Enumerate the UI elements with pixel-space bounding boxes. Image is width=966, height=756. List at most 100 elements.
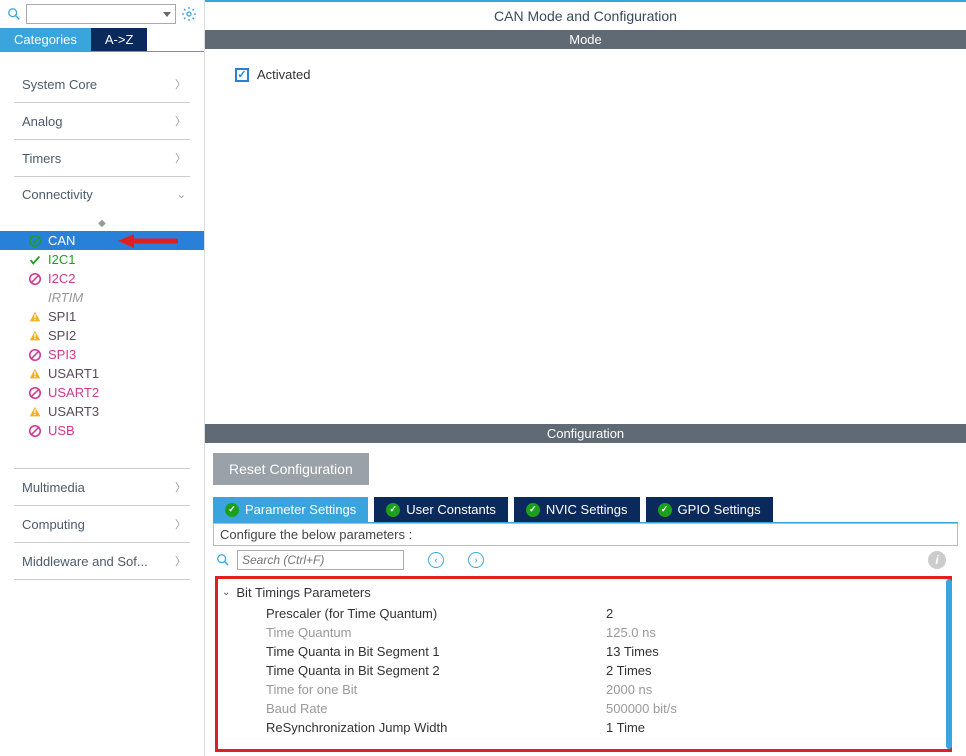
param-value: 2 Times (606, 663, 652, 678)
category-computing[interactable]: Computing 〉 (0, 506, 204, 542)
main-panel: CAN Mode and Configuration Mode ✓ Activa… (205, 0, 966, 756)
chevron-right-icon: 〉 (175, 113, 186, 129)
search-prev-button[interactable]: ‹ (428, 552, 444, 568)
sidebar-item-label: USB (48, 423, 75, 438)
sidebar-item-label: USART2 (48, 385, 99, 400)
status-ok-icon (28, 234, 42, 248)
activated-label: Activated (257, 67, 310, 82)
category-connectivity[interactable]: Connectivity ⌄ (0, 177, 204, 212)
scrollbar[interactable] (946, 579, 952, 749)
param-value: 500000 bit/s (606, 701, 677, 716)
param-name: Time Quanta in Bit Segment 2 (266, 663, 606, 678)
chevron-right-icon: 〉 (175, 76, 186, 92)
activated-checkbox-row[interactable]: ✓ Activated (235, 67, 936, 82)
tab-categories[interactable]: Categories (0, 28, 91, 51)
status-warn-icon (28, 405, 42, 419)
sidebar-item-label: SPI2 (48, 328, 76, 343)
check-circle-icon: ✓ (386, 503, 400, 517)
sublist-handle-icon: ◆ (0, 216, 204, 231)
param-row[interactable]: ReSynchronization Jump Width 1 Time (228, 718, 939, 737)
sidebar-item-usart3[interactable]: USART3 (0, 402, 204, 421)
status-warn-icon (28, 310, 42, 324)
search-next-button[interactable]: › (468, 552, 484, 568)
param-search-input[interactable] (237, 550, 404, 570)
group-header[interactable]: ⌄ Bit Timings Parameters (222, 585, 933, 600)
mode-body: ✓ Activated (205, 49, 966, 100)
status-forbid-icon (28, 272, 42, 286)
param-name: Baud Rate (266, 701, 606, 716)
tab-gpio-settings[interactable]: ✓ GPIO Settings (646, 497, 773, 522)
sidebar-item-irtim[interactable]: IRTIM (0, 288, 204, 307)
param-row[interactable]: Time Quanta in Bit Segment 2 2 Times (228, 661, 939, 680)
sidebar-item-label: USART3 (48, 404, 99, 419)
category-middleware[interactable]: Middleware and Sof... 〉 (0, 543, 204, 579)
sidebar-search-dropdown[interactable] (26, 4, 176, 24)
sidebar-tab-row: Categories A->Z (0, 28, 204, 51)
tab-az[interactable]: A->Z (91, 28, 148, 51)
category-label: Multimedia (22, 480, 85, 495)
tab-parameter-settings[interactable]: ✓ Parameter Settings (213, 497, 368, 522)
param-value: 2000 ns (606, 682, 652, 697)
annotation-arrow-icon (118, 231, 178, 251)
chevron-right-icon: 〉 (175, 479, 186, 495)
sidebar-item-label: IRTIM (48, 290, 83, 305)
category-label: Middleware and Sof... (22, 554, 148, 569)
sidebar-item-can[interactable]: CAN (0, 231, 204, 250)
check-circle-icon: ✓ (658, 503, 672, 517)
param-value: 1 Time (606, 720, 645, 735)
category-label: System Core (22, 77, 97, 92)
check-circle-icon: ✓ (526, 503, 540, 517)
tab-user-constants[interactable]: ✓ User Constants (374, 497, 508, 522)
reset-configuration-button[interactable]: Reset Configuration (213, 453, 369, 485)
gear-icon[interactable] (180, 5, 198, 23)
status-forbid-icon (28, 348, 42, 362)
checkbox-icon[interactable]: ✓ (235, 68, 249, 82)
sidebar-item-spi2[interactable]: SPI2 (0, 326, 204, 345)
param-row[interactable]: Prescaler (for Time Quantum) 2 (228, 604, 939, 623)
sidebar-item-spi3[interactable]: SPI3 (0, 345, 204, 364)
info-icon[interactable]: i (928, 551, 946, 569)
bit-timings-group: ⌄ Bit Timings Parameters Prescaler (for … (215, 576, 952, 752)
category-analog[interactable]: Analog 〉 (0, 103, 204, 139)
status-forbid-icon (28, 424, 42, 438)
sidebar-item-i2c1[interactable]: I2C1 (0, 250, 204, 269)
sidebar-item-label: CAN (48, 233, 75, 248)
sidebar-item-usb[interactable]: USB (0, 421, 204, 440)
sidebar-item-label: I2C1 (48, 252, 75, 267)
category-label: Timers (22, 151, 61, 166)
sidebar-item-usart2[interactable]: USART2 (0, 383, 204, 402)
param-row[interactable]: Time Quanta in Bit Segment 1 13 Times (228, 642, 939, 661)
tab-nvic-settings[interactable]: ✓ NVIC Settings (514, 497, 640, 522)
category-multimedia[interactable]: Multimedia 〉 (0, 469, 204, 505)
chevron-right-icon: 〉 (175, 516, 186, 532)
category-system-core[interactable]: System Core 〉 (0, 66, 204, 102)
sidebar-item-usart1[interactable]: USART1 (0, 364, 204, 383)
mode-header: Mode (205, 30, 966, 49)
tab-label: User Constants (406, 502, 496, 517)
param-search-row: ‹ › i (213, 546, 958, 574)
category-timers[interactable]: Timers 〉 (0, 140, 204, 176)
configuration-header: Configuration (205, 424, 966, 443)
connectivity-sublist: ◆ CAN I2C1 (0, 212, 204, 444)
group-label: Bit Timings Parameters (236, 585, 370, 600)
sidebar-item-spi1[interactable]: SPI1 (0, 307, 204, 326)
category-list: System Core 〉 Analog 〉 Timers 〉 Connecti… (0, 52, 204, 756)
config-body: Reset Configuration ✓ Parameter Settings… (205, 443, 966, 756)
tab-label: NVIC Settings (546, 502, 628, 517)
tab-label: GPIO Settings (678, 502, 761, 517)
category-label: Connectivity (22, 187, 93, 202)
sidebar-item-label: USART1 (48, 366, 99, 381)
param-row: Baud Rate 500000 bit/s (228, 699, 939, 718)
configure-hint: Configure the below parameters : (213, 523, 958, 546)
param-value: 2 (606, 606, 613, 621)
sidebar-search-row (0, 0, 204, 28)
separator (14, 579, 190, 580)
config-tabs: ✓ Parameter Settings ✓ User Constants ✓ … (213, 497, 958, 522)
tab-label: Parameter Settings (245, 502, 356, 517)
check-circle-icon: ✓ (225, 503, 239, 517)
param-value: 125.0 ns (606, 625, 656, 640)
param-name: Time Quanta in Bit Segment 1 (266, 644, 606, 659)
panel-title: CAN Mode and Configuration (205, 2, 966, 30)
sidebar-item-i2c2[interactable]: I2C2 (0, 269, 204, 288)
status-warn-icon (28, 367, 42, 381)
